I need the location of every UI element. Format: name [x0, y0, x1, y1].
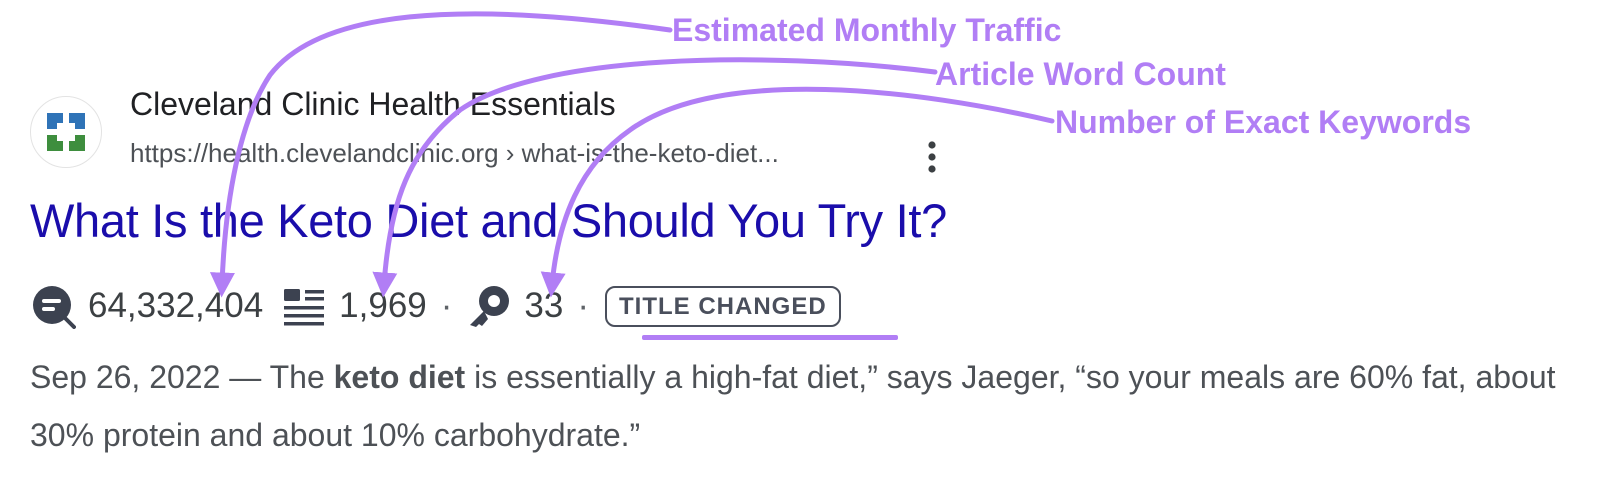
annotation-keywords-label: Number of Exact Keywords	[1055, 104, 1472, 140]
key-icon	[470, 286, 510, 327]
title-changed-badge: TITLE CHANGED	[605, 285, 841, 327]
result-snippet: Sep 26, 2022 — The keto diet is essentia…	[30, 348, 1570, 464]
keywords-arrow	[540, 86, 1055, 298]
snippet-text-pre: The	[269, 359, 334, 395]
snippet-dash: —	[220, 359, 270, 395]
traffic-value: 64,332,404	[88, 286, 264, 325]
article-list-icon	[284, 289, 325, 326]
metrics-separator: ·	[577, 286, 590, 325]
badge-highlight-underline	[642, 335, 898, 340]
traffic-chat-search-icon	[33, 286, 76, 329]
annotation-word-count-label: Article Word Count	[935, 56, 1226, 92]
result-title-link[interactable]: What Is the Keto Diet and Should You Try…	[30, 193, 947, 248]
word-count-value: 1,969	[339, 286, 427, 325]
snippet-date: Sep 26, 2022	[30, 359, 221, 395]
annotation-traffic-label: Estimated Monthly Traffic	[672, 12, 1062, 48]
site-name[interactable]: Cleveland Clinic Health Essentials	[130, 86, 616, 123]
more-options-button[interactable]	[918, 138, 946, 176]
keywords-value: 33	[524, 286, 564, 325]
snippet-bold-keyword: keto diet	[333, 359, 466, 395]
metrics-separator: ·	[440, 286, 453, 325]
cleveland-clinic-logo-icon	[47, 113, 85, 151]
site-favicon	[30, 96, 102, 168]
result-url[interactable]: https://health.clevelandclinic.org › wha…	[130, 138, 779, 169]
seo-metrics-row: 64,332,404 1,969 · 33 · TITLE CHANGED	[30, 282, 841, 330]
more-vert-icon	[928, 141, 936, 173]
